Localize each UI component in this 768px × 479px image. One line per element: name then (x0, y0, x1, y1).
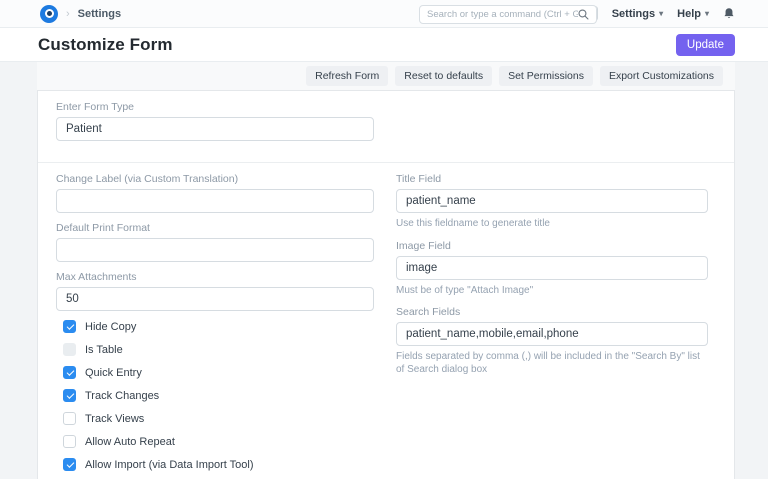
checkbox-label: Hide Copy (85, 321, 136, 333)
page-title: Customize Form (38, 35, 173, 55)
default-print-format-input[interactable] (56, 238, 374, 262)
search-fields-input[interactable] (396, 322, 708, 346)
app-logo-icon[interactable] (40, 5, 58, 23)
form-type-input[interactable] (56, 117, 374, 141)
properties-section: Change Label (via Custom Translation) De… (38, 162, 734, 479)
checkbox-label: Track Changes (85, 390, 159, 402)
default-print-format-label: Default Print Format (56, 222, 374, 234)
checkbox-icon (63, 412, 76, 425)
hide-copy-checkbox[interactable]: Hide Copy (63, 320, 374, 333)
chevron-down-icon: ▾ (659, 9, 663, 18)
quick-entry-checkbox[interactable]: Quick Entry (63, 366, 374, 379)
checkbox-label: Allow Auto Repeat (85, 436, 175, 448)
app-logo-inner (45, 9, 54, 18)
search-icon (578, 9, 589, 20)
change-label-label: Change Label (via Custom Translation) (56, 173, 374, 185)
page-head: Customize Form Update (0, 28, 768, 62)
form-actions-toolbar: Refresh Form Reset to defaults Set Permi… (37, 62, 735, 90)
checkbox-list: Hide Copy Is Table Quick Entry Trac (56, 320, 374, 479)
content-area: Refresh Form Reset to defaults Set Permi… (37, 62, 735, 479)
form-type-label: Enter Form Type (56, 101, 374, 113)
track-views-checkbox[interactable]: Track Views (63, 412, 374, 425)
search-fields-field: Search Fields Fields separated by comma … (396, 306, 708, 376)
set-permissions-button[interactable]: Set Permissions (499, 66, 593, 86)
max-attachments-input[interactable] (56, 287, 374, 311)
title-field-label: Title Field (396, 173, 708, 185)
help-menu-label: Help (677, 8, 701, 20)
refresh-form-button[interactable]: Refresh Form (306, 66, 388, 86)
image-field-label: Image Field (396, 240, 708, 252)
search-fields-help: Fields separated by comma (,) will be in… (396, 351, 708, 376)
allow-auto-repeat-checkbox[interactable]: Allow Auto Repeat (63, 435, 374, 448)
reset-to-defaults-button[interactable]: Reset to defaults (395, 66, 492, 86)
max-attachments-label: Max Attachments (56, 271, 374, 283)
navbar: › Settings A Settings ▾ Help ▾ (0, 0, 768, 28)
checkbox-icon (63, 435, 76, 448)
global-search[interactable] (419, 5, 597, 24)
checkbox-icon (63, 366, 76, 379)
max-attachments-field: Max Attachments (56, 271, 374, 311)
navbar-right: A Settings ▾ Help ▾ (583, 6, 735, 21)
allow-import-checkbox[interactable]: Allow Import (via Data Import Tool) (63, 458, 374, 471)
checkbox-label: Is Table (85, 344, 123, 356)
chevron-down-icon: ▾ (705, 9, 709, 18)
change-label-input[interactable] (56, 189, 374, 213)
checkbox-icon (63, 320, 76, 333)
export-customizations-button[interactable]: Export Customizations (600, 66, 723, 86)
is-table-checkbox[interactable]: Is Table (63, 343, 374, 356)
settings-menu[interactable]: Settings ▾ (612, 8, 663, 20)
app-logo-core (47, 11, 52, 16)
title-field-help: Use this fieldname to generate title (396, 218, 708, 231)
image-field-input[interactable] (396, 256, 708, 280)
search-fields-label: Search Fields (396, 306, 708, 318)
checkbox-label: Track Views (85, 413, 144, 425)
checkbox-icon (63, 343, 76, 356)
update-button[interactable]: Update (676, 34, 735, 56)
checkbox-label: Quick Entry (85, 367, 142, 379)
settings-menu-label: Settings (612, 8, 655, 20)
checkbox-label: Allow Import (via Data Import Tool) (85, 459, 254, 471)
search-input[interactable] (427, 9, 578, 20)
breadcrumb[interactable]: Settings (78, 8, 121, 20)
title-field-input[interactable] (396, 189, 708, 213)
checkbox-icon (63, 458, 76, 471)
title-field-field: Title Field Use this fieldname to genera… (396, 173, 708, 231)
help-menu[interactable]: Help ▾ (677, 8, 709, 20)
breadcrumb-chevron-icon: › (66, 8, 70, 20)
left-column: Change Label (via Custom Translation) De… (56, 173, 374, 479)
form-type-field: Enter Form Type (56, 101, 374, 141)
form-type-section: Enter Form Type (38, 91, 734, 162)
change-label-field: Change Label (via Custom Translation) (56, 173, 374, 213)
notifications-bell-icon[interactable] (723, 7, 735, 20)
checkbox-icon (63, 389, 76, 402)
track-changes-checkbox[interactable]: Track Changes (63, 389, 374, 402)
customize-form-card: Enter Form Type Change Label (via Custom… (37, 90, 735, 479)
image-field-field: Image Field Must be of type "Attach Imag… (396, 240, 708, 298)
default-print-format-field: Default Print Format (56, 222, 374, 262)
image-field-help: Must be of type "Attach Image" (396, 285, 708, 298)
right-column: Title Field Use this fieldname to genera… (396, 173, 708, 479)
